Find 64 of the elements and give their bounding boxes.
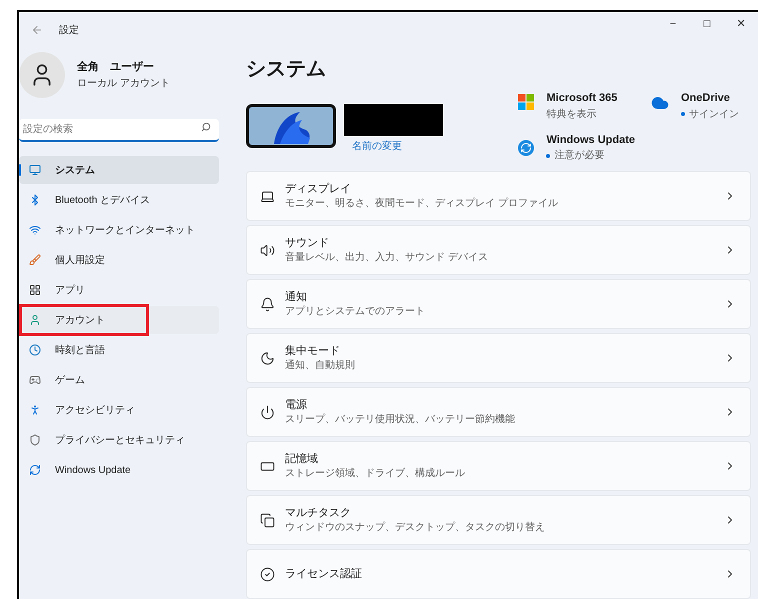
tile-subtitle: 注意が必要 [554,148,604,163]
settings-card[interactable]: ディスプレイ モニター、明るさ、夜間モード、ディスプレイ プロファイル [246,171,751,221]
tile-title: Microsoft 365 [546,91,618,106]
refresh-icon [518,140,534,156]
tile-subtitle: サインイン [689,108,739,122]
back-icon[interactable] [31,24,43,36]
card-subtitle: アプリとシステムでのアラート [285,305,426,318]
sidebar-item[interactable]: アプリ [19,276,219,304]
accessibility-icon [29,404,41,416]
card-subtitle: ウィンドウのスナップ、デスクトップ、タスクの切り替え [285,521,546,534]
settings-card[interactable]: 集中モード 通知、自動規則 [246,333,751,383]
settings-card[interactable]: ライセンス認証 [246,549,751,599]
bluetooth-icon [29,194,41,206]
gamepad-icon [29,374,41,386]
account-type: ローカル アカウント [77,76,170,91]
maximize-button[interactable]: □ [690,12,724,38]
sidebar-item[interactable]: Windows Update [19,456,219,484]
sidebar-item[interactable]: ネットワークとインターネット [19,216,219,244]
window-title: 設定 [59,24,79,38]
card-subtitle: ストレージ領域、ドライブ、構成ルール [285,467,466,480]
card-subtitle: モニター、明るさ、夜間モード、ディスプレイ プロファイル [285,197,559,210]
bell-icon [260,296,275,312]
sidebar-item[interactable]: 個人用設定 [19,246,219,274]
close-button[interactable]: ✕ [724,12,758,38]
sidebar-item[interactable]: アクセシビリティ [19,396,219,424]
minimize-button[interactable]: − [656,12,690,38]
four-squares-logo-icon [518,94,534,110]
shield-icon [29,434,41,446]
card-subtitle: 通知、自動規則 [285,359,356,372]
sidebar-item[interactable]: 時刻と言語 [19,336,219,364]
tile-subtitle: 特典を表示 [546,108,596,122]
refresh-icon [29,464,41,476]
sidebar-item[interactable]: ゲーム [19,366,219,394]
person-icon [29,314,41,326]
check-circle-icon [260,566,275,582]
card-subtitle: 音量レベル、出力、入力、サウンド デバイス [285,251,489,264]
monitor-icon [29,164,41,176]
sidebar-item[interactable]: システム [19,156,219,184]
settings-card[interactable]: マルチタスク ウィンドウのスナップ、デスクトップ、タスクの切り替え [246,495,751,545]
sidebar-item[interactable]: Bluetooth とデバイス [19,186,219,214]
tile-title: OneDrive [681,91,731,106]
page-title: システム [246,57,327,82]
sidebar-item[interactable]: プライバシーとセキュリティ [19,426,219,454]
card-subtitle: スリープ、バッテリ使用状況、バッテリー節約機能 [285,413,516,426]
apps-icon [29,284,41,296]
settings-card[interactable]: 電源 スリープ、バッテリ使用状況、バッテリー節約機能 [246,387,751,437]
brush-icon [29,254,41,266]
clock-icon [29,344,41,356]
power-icon [260,404,275,420]
cloud-icon [651,94,669,112]
selection-indicator [19,164,21,176]
windows-icon [260,512,275,528]
settings-card[interactable]: 記憶域 ストレージ領域、ドライブ、構成ルール [246,441,751,491]
settings-card[interactable]: サウンド 音量レベル、出力、入力、サウンド デバイス [246,225,751,275]
search-field[interactable]: 設定の検索 [19,119,219,142]
tile-title: Windows Update [546,132,635,148]
settings-card[interactable]: 通知 アプリとシステムでのアラート [246,279,751,329]
search-icon [201,122,211,132]
speaker-icon [260,242,275,258]
rename-link[interactable]: 名前の変更 [352,139,402,154]
moon-icon [260,350,275,366]
laptop-icon [260,188,275,204]
sidebar-item[interactable]: アカウント [19,306,219,334]
user-name: 全角 ユーザー [77,60,155,76]
